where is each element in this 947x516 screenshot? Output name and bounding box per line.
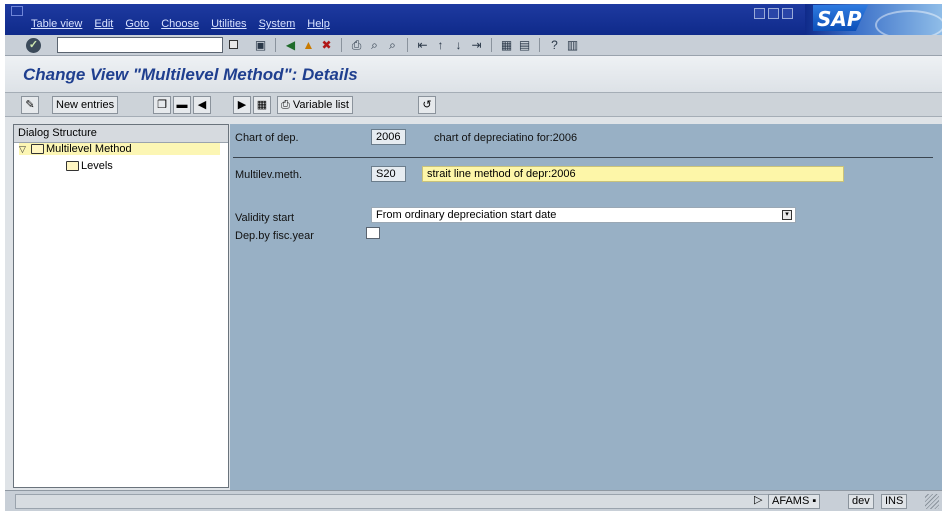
expand-triangle-icon[interactable]: ▽ bbox=[19, 144, 29, 155]
variable-list-label: Variable list bbox=[292, 99, 349, 111]
transaction-label: AFAMS bbox=[772, 495, 810, 507]
tree-node-multilevel-method[interactable]: ▽ Multilevel Method bbox=[19, 143, 220, 155]
delete-icon[interactable]: ▬ bbox=[173, 96, 191, 114]
layout-icon[interactable]: ▥ bbox=[565, 38, 580, 52]
previous-entry-icon[interactable]: ◀ bbox=[193, 96, 211, 114]
multilev-meth-field[interactable]: S20 bbox=[371, 166, 406, 182]
menu-utilities[interactable]: Utilities bbox=[211, 18, 246, 30]
dialog-structure-tree: Dialog Structure ▽ Multilevel Method Lev… bbox=[13, 124, 229, 488]
dialog-structure-header: Dialog Structure bbox=[14, 125, 228, 143]
tree-node-label: Multilevel Method bbox=[46, 143, 132, 155]
dep-by-fisc-year-label: Dep.by fisc.year bbox=[235, 230, 314, 242]
application-toolbar: ✎ New entries ❐ ▬ ◀ ▶ ▦ ⎙ Variable list … bbox=[5, 92, 942, 117]
copy-as-icon[interactable]: ❐ bbox=[153, 96, 171, 114]
new-session-icon[interactable]: ▦ bbox=[499, 38, 514, 52]
command-field[interactable] bbox=[57, 37, 223, 53]
command-history-icon[interactable] bbox=[229, 40, 238, 49]
folder-open-icon bbox=[31, 144, 44, 154]
tree-node-label: Levels bbox=[81, 160, 113, 172]
next-entry-icon[interactable]: ▶ bbox=[233, 96, 251, 114]
multilev-meth-label: Multilev.meth. bbox=[235, 169, 303, 181]
window-controls bbox=[754, 8, 793, 19]
status-mode[interactable]: INS bbox=[881, 494, 908, 509]
exit-icon[interactable]: ▲ bbox=[301, 38, 316, 52]
chart-of-dep-field[interactable]: 2006 bbox=[371, 129, 406, 145]
screen-title-bar: Change View "Multilevel Method": Details bbox=[5, 56, 942, 92]
sap-logo-text: SAP bbox=[817, 7, 862, 31]
dep-by-fisc-year-checkbox[interactable] bbox=[366, 227, 380, 239]
main-area: Dialog Structure ▽ Multilevel Method Lev… bbox=[5, 117, 942, 490]
first-page-icon[interactable]: ⇤ bbox=[415, 38, 430, 52]
sap-logo: SAP bbox=[805, 4, 942, 35]
dropdown-icon[interactable]: ▾ bbox=[782, 210, 792, 220]
variable-list-button[interactable]: ⎙ Variable list bbox=[277, 96, 353, 114]
multilev-meth-description-field[interactable]: strait line method of depr:2006 bbox=[422, 166, 844, 182]
status-transaction[interactable]: AFAMS ▪ bbox=[768, 494, 821, 509]
system-menu-icon[interactable] bbox=[11, 6, 23, 16]
status-expand-icon[interactable]: ▷ bbox=[751, 494, 765, 509]
find-next-icon[interactable]: ⌕ bbox=[385, 38, 400, 52]
detail-panel: Chart of dep. 2006 chart of depreciatino… bbox=[230, 124, 942, 490]
shortcut-icon[interactable]: ▤ bbox=[517, 38, 532, 52]
find-icon[interactable]: ⌕ bbox=[367, 38, 382, 52]
main-menu: Table view Edit Goto Choose Utilities Sy… bbox=[31, 18, 330, 30]
chart-of-dep-description: chart of depreciatino for:2006 bbox=[434, 132, 578, 144]
standard-toolbar: ✓ ▣ ◀ ▲ ✖ ⎙ ⌕ ⌕ ⇤ ↑ ↓ ⇥ ▦ ▤ ? ▥ bbox=[5, 35, 942, 56]
standard-toolbar-icons: ▣ ◀ ▲ ✖ ⎙ ⌕ ⌕ ⇤ ↑ ↓ ⇥ ▦ ▤ ? ▥ bbox=[253, 38, 580, 52]
status-client: dev bbox=[848, 494, 874, 509]
help-icon[interactable]: ? bbox=[547, 38, 562, 52]
menu-bar: Table view Edit Goto Choose Utilities Sy… bbox=[5, 4, 942, 35]
divider bbox=[233, 157, 933, 158]
previous-page-icon[interactable]: ↑ bbox=[433, 38, 448, 52]
status-bar: ▷ AFAMS ▪ dev INS bbox=[5, 490, 942, 511]
print-icon: ⎙ bbox=[281, 99, 293, 111]
menu-goto[interactable]: Goto bbox=[125, 18, 149, 30]
next-page-icon[interactable]: ↓ bbox=[451, 38, 466, 52]
menu-help[interactable]: Help bbox=[307, 18, 330, 30]
display-change-icon[interactable]: ✎ bbox=[21, 96, 39, 114]
back-icon[interactable]: ◀ bbox=[283, 38, 298, 52]
folder-icon bbox=[66, 161, 79, 171]
transaction-info-icon: ▪ bbox=[812, 495, 817, 507]
menu-system[interactable]: System bbox=[259, 18, 296, 30]
enter-icon[interactable]: ✓ bbox=[26, 38, 41, 53]
cancel-icon[interactable]: ✖ bbox=[319, 38, 334, 52]
page-title: Change View "Multilevel Method": Details bbox=[23, 65, 358, 84]
menu-table-view[interactable]: Table view bbox=[31, 18, 82, 30]
maximize-icon[interactable] bbox=[768, 8, 779, 19]
status-message bbox=[15, 494, 769, 509]
close-icon[interactable] bbox=[782, 8, 793, 19]
last-page-icon[interactable]: ⇥ bbox=[469, 38, 484, 52]
minimize-icon[interactable] bbox=[754, 8, 765, 19]
menu-edit[interactable]: Edit bbox=[94, 18, 113, 30]
menu-choose[interactable]: Choose bbox=[161, 18, 199, 30]
resize-grip-icon[interactable] bbox=[925, 494, 939, 509]
change-log-icon[interactable]: ↺ bbox=[418, 96, 436, 114]
save-icon[interactable]: ▣ bbox=[253, 38, 268, 52]
validity-start-dropdown[interactable]: From ordinary depreciation start date bbox=[371, 207, 796, 223]
tree-node-levels[interactable]: Levels bbox=[66, 160, 113, 172]
select-all-icon[interactable]: ▦ bbox=[253, 96, 271, 114]
chart-of-dep-label: Chart of dep. bbox=[235, 132, 299, 144]
validity-start-label: Validity start bbox=[235, 212, 295, 224]
print-icon[interactable]: ⎙ bbox=[349, 38, 364, 52]
new-entries-button[interactable]: New entries bbox=[52, 96, 119, 114]
